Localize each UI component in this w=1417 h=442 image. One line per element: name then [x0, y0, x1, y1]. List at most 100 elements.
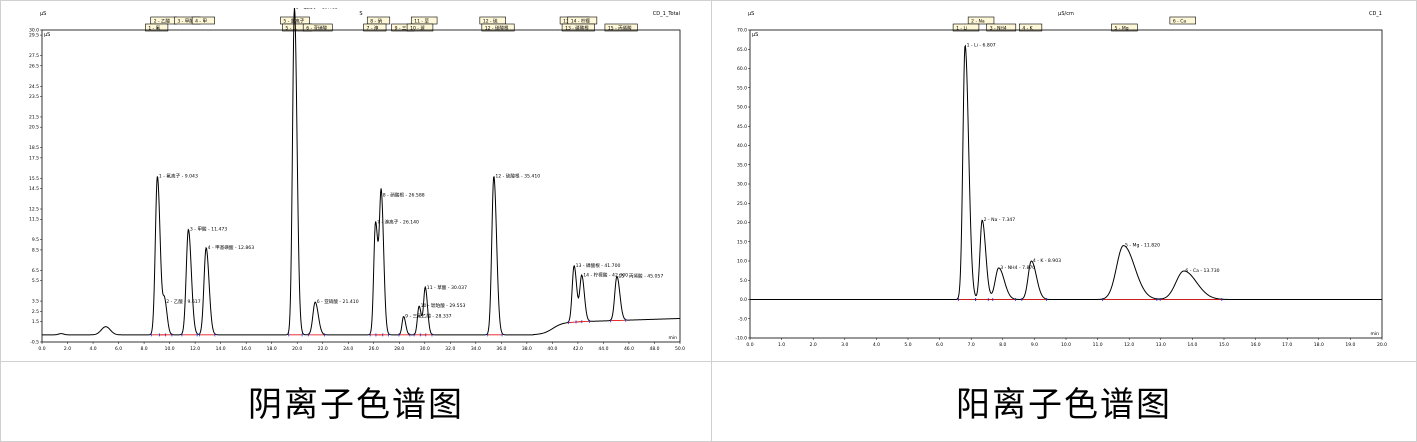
y-tick-label: 18.5 [29, 145, 39, 151]
y-tick-label: 29.5 [29, 33, 39, 39]
x-tick-label: 13.0 [1156, 342, 1166, 348]
peak-label: 3 - NH4 - 7.870 [1000, 265, 1035, 271]
peak-name-box-label: 6 - 亚硝酸 [306, 25, 327, 32]
chart-header-right: CD_1 [1369, 11, 1382, 17]
peak-name-box-label: 9 - 三 [395, 26, 407, 32]
x-tick-label: 26.0 [369, 346, 379, 352]
x-tick-label: 38.0 [522, 346, 532, 352]
cation-chromatogram: µS µS/cm CD_1 2 - Na 6 - Ca 1 - Li 3 - NH4 4 - … [735, 11, 1387, 348]
peak-label: 6 - 亚硝酸 - 21.410 [317, 298, 359, 305]
x-tick-label: 50.0 [675, 346, 685, 352]
peak-name-box-label: 11 - 草 [414, 18, 429, 25]
chart-header-left: µS [748, 11, 754, 17]
y-tick-label: -0.5 [30, 340, 39, 346]
x-tick-label: 20.0 [292, 346, 302, 352]
peak-name-box-label: 2 - 乙酸 [154, 18, 171, 25]
y-tick-label: 21.5 [29, 114, 39, 120]
y-tick-label: 11.5 [29, 217, 39, 223]
chromatogram-trace [750, 44, 1382, 300]
peak-name-box-label: 2 - Na [971, 19, 985, 25]
peak-name-box-label: 4 - K [1022, 26, 1033, 32]
x-tick-label: 16.0 [241, 346, 251, 352]
y-axis-label: µS [44, 32, 50, 38]
y-tick-label: 2.5 [32, 309, 39, 315]
x-tick-label: 14.0 [1187, 342, 1197, 348]
y-tick-label: 24.5 [29, 84, 39, 90]
y-tick-label: 1.5 [32, 319, 39, 325]
x-tick-label: 5.0 [904, 342, 911, 348]
x-tick-label: 10.0 [1061, 342, 1071, 348]
x-tick-label: 0.0 [746, 342, 753, 348]
x-tick-label: 32.0 [445, 346, 455, 352]
chart-header-left: µS [40, 11, 46, 17]
peak-label: 4 - 甲基磺酸 - 12.863 [208, 244, 255, 251]
y-tick-label: 65.0 [737, 47, 747, 53]
y-tick-label: 20.0 [737, 220, 747, 226]
plot-frame [749, 29, 1383, 339]
peak-label: 1 - Li - 6.807 [967, 42, 996, 48]
x-tick-label: 48.0 [649, 346, 659, 352]
cation-caption: 阳离子色谱图 [956, 384, 1172, 425]
x-tick-label: 2.0 [810, 342, 817, 348]
peak-name-box-label: 1 - 氟 [148, 25, 160, 32]
y-tick-label: 5.0 [740, 278, 747, 284]
anion-chromatogram: µS S CD_1_Total2 - 乙酸 3 - 甲酸 4 - 甲5 - 氯离子 8 -… [29, 8, 685, 352]
y-tick-label: 17.5 [29, 155, 39, 161]
y-tick-label: 70.0 [737, 28, 747, 34]
y-tick-label: -10.0 [735, 336, 747, 342]
peak-label: 15 - 丙烯酸 - 45.057 [618, 273, 663, 280]
chart-header-right: CD_1_Total [653, 11, 680, 17]
x-axis-label: min [1371, 331, 1380, 337]
x-tick-label: 6.0 [115, 346, 122, 352]
peak-label: 8 - 硝酸根 - 26.588 [383, 192, 425, 199]
chromatogram-trace [42, 8, 681, 336]
y-tick-label: 30.0 [29, 28, 39, 34]
x-tick-label: 16.0 [1251, 342, 1261, 348]
peak-name-box-label: 10 - 琥 [410, 25, 425, 32]
peak-name-box-label: 4 - 甲 [195, 19, 207, 25]
y-tick-label: 30.0 [737, 182, 747, 188]
y-axis-label: µS [752, 32, 758, 38]
y-tick-label: 15.0 [737, 239, 747, 245]
peak-label: 1 - 氟离子 - 9.043 [159, 172, 198, 179]
y-tick-label: 23.5 [29, 94, 39, 100]
peak-label: 13 - 磷酸根 - 41.700 [576, 262, 621, 269]
peak-name-box-label: 5 - Mg [1115, 26, 1129, 32]
y-tick-label: 12.5 [29, 207, 39, 213]
peak-label: 2 - 乙酸 - 9.617 [166, 298, 200, 305]
x-tick-label: 20.0 [1377, 342, 1387, 348]
y-tick-label: 8.5 [32, 247, 39, 253]
y-tick-label: -5.0 [738, 316, 747, 322]
peak-name-box-label: 8 - 硝 [370, 18, 382, 25]
y-tick-label: 26.5 [29, 63, 39, 69]
x-tick-label: 46.0 [624, 346, 634, 352]
peak-name-box-label: 14 - 柠檬 [571, 18, 591, 25]
x-tick-label: 4.0 [873, 342, 880, 348]
y-tick-label: 5.5 [32, 278, 39, 284]
x-tick-label: 2.0 [64, 346, 71, 352]
x-tick-label: 4.0 [89, 346, 96, 352]
x-tick-label: 14.0 [216, 346, 226, 352]
x-tick-label: 12.0 [1124, 342, 1134, 348]
peak-label: 6 - Ca - 13.730 [1185, 268, 1219, 274]
x-axis-label: min [669, 335, 678, 341]
y-tick-label: 20.5 [29, 125, 39, 131]
peak-label: 2 - Na - 7.347 [984, 217, 1016, 223]
y-tick-label: 25.0 [737, 201, 747, 207]
y-tick-label: 0.0 [740, 297, 747, 303]
peak-label: 10 - 琥珀酸 - 29.553 [421, 302, 466, 309]
x-tick-label: 28.0 [394, 346, 404, 352]
x-tick-label: 0.0 [38, 346, 45, 352]
y-tick-label: 55.0 [737, 85, 747, 91]
anion-caption: 阴离子色谱图 [248, 384, 464, 425]
peak-name-box-label: 12 - 硫 [483, 18, 498, 25]
x-tick-label: 9.0 [1031, 342, 1038, 348]
peak-label: 5 - 氯离子 - 19.783 [296, 8, 338, 10]
y-tick-label: 15.5 [29, 176, 39, 182]
peak-label: 3 - 甲酸 - 11.473 [190, 225, 227, 232]
y-tick-label: 60.0 [737, 66, 747, 72]
y-tick-label: 14.5 [29, 186, 39, 192]
x-tick-label: 17.0 [1282, 342, 1292, 348]
x-tick-label: 6.0 [936, 342, 943, 348]
x-tick-label: 15.0 [1219, 342, 1229, 348]
